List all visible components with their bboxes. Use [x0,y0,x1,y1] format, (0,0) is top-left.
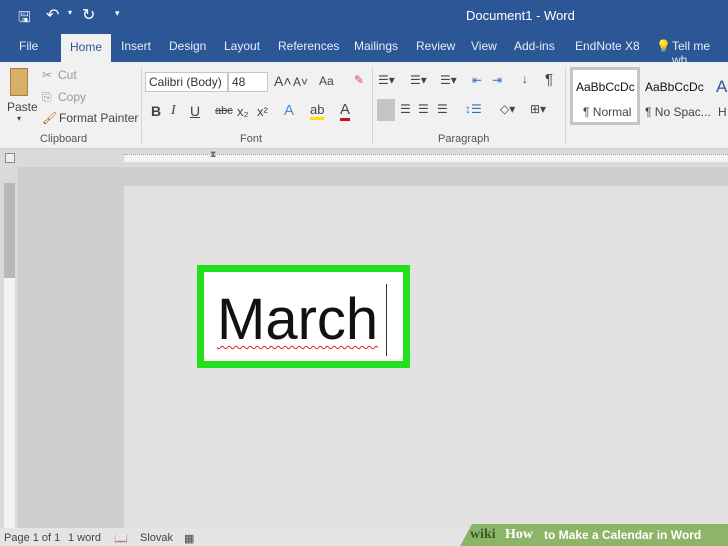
strikethrough-button[interactable]: abc [215,105,233,117]
undo-icon[interactable]: ↶ [46,5,59,25]
proofing-icon[interactable]: 📖 [114,532,128,545]
shrink-font-icon[interactable]: A˅ [293,75,308,89]
font-color-icon[interactable]: A [340,101,351,121]
tab-home[interactable]: Home [61,34,112,62]
macro-icon[interactable]: ▦ [184,532,194,545]
text-effects-icon[interactable]: A [284,102,294,119]
text-cursor [386,284,387,356]
style-name: ¶ Normal [583,105,632,119]
subscript-button[interactable]: x₂ [237,104,249,119]
copy-button[interactable]: Copy [58,90,86,104]
tab-layout[interactable]: Layout [224,39,260,53]
cut-button[interactable]: Cut [58,68,77,82]
document-text[interactable]: March [217,286,378,353]
font-size-select[interactable]: 48 [228,72,268,92]
clear-formatting-icon[interactable]: ✎ [354,73,364,87]
font-group-label: Font [240,133,263,145]
tab-insert[interactable]: Insert [121,39,151,53]
watermark-title: to Make a Calendar in Word [544,528,702,542]
align-center-icon[interactable]: ☰ [400,102,411,116]
borders-icon[interactable]: ⊞▾ [530,102,546,116]
cut-icon: ✂ [42,68,53,82]
title-bar: 🖫 ↶ ▾ ↻ ▾ Document1 - Word [0,0,728,32]
numbering-icon[interactable]: ☰▾ [410,73,427,87]
tab-file[interactable]: File [19,39,38,53]
increase-indent-icon[interactable]: ⇥ [492,73,502,87]
paste-icon[interactable] [10,68,28,96]
redo-icon[interactable]: ↻ [82,5,95,25]
tab-add-ins[interactable]: Add-ins [514,39,555,53]
word-count[interactable]: 1 word [68,532,101,544]
indent-marker-icon[interactable]: ⧗ [210,149,216,160]
decrease-indent-icon[interactable]: ⇤ [472,73,482,87]
format-painter-button[interactable]: Format Painter [59,111,138,125]
lightbulb-icon: 💡 [656,39,671,53]
sort-icon[interactable]: ↓ [522,72,528,86]
multilevel-list-icon[interactable]: ☰▾ [440,73,457,87]
tab-review[interactable]: Review [416,39,455,53]
grow-font-icon[interactable]: A˄ [274,73,292,89]
tab-references[interactable]: References [278,39,339,53]
clipboard-group-label: Clipboard [40,133,88,145]
ruler-track [4,278,15,528]
shading-icon[interactable]: ◇▾ [500,102,515,116]
customize-toolbar-icon[interactable]: ▾ [115,8,120,19]
show-formatting-button[interactable]: ¶ [545,71,553,88]
copy-icon: ⎘ [42,90,52,104]
tab-view[interactable]: View [471,39,497,53]
window-title: Document1 - Word [466,8,575,23]
style-preview: AaBbCcDc [645,80,704,94]
bullets-icon[interactable]: ☰▾ [378,73,395,87]
format-painter-icon: 🖌 [42,111,58,125]
style-name: H [718,105,727,119]
font-name-select[interactable]: Calibri (Body) [145,72,228,92]
undo-dropdown-icon[interactable]: ▾ [68,8,72,17]
style-heading[interactable]: A H [714,67,728,125]
style-preview: AaBbCcDc [576,80,635,94]
align-right-icon[interactable]: ☰ [418,102,429,116]
language-status[interactable]: Slovak [140,532,173,544]
underline-button[interactable]: U [190,103,200,119]
superscript-button[interactable]: x² [257,104,268,119]
page-count[interactable]: Page 1 of 1 [4,532,60,544]
style-no-spacing[interactable]: AaBbCcDc ¶ No Spac... [642,67,712,125]
highlighted-text-box[interactable]: March [197,265,410,368]
ruler-margin [4,183,15,278]
tab-endnote[interactable]: EndNote X8 [575,39,640,53]
watermark: wiki How to Make a Calendar in Word [460,524,728,546]
watermark-how: How [505,527,533,542]
ribbon-tabs: File Home Insert Design Layout Reference… [0,32,728,67]
italic-button[interactable]: I [171,103,176,119]
tab-mailings[interactable]: Mailings [354,39,398,53]
tab-design[interactable]: Design [169,39,206,53]
style-name: ¶ No Spac... [645,105,711,119]
horizontal-ruler[interactable]: ⧗ [0,149,728,167]
line-spacing-icon[interactable]: ↕☰ [465,102,482,116]
style-normal[interactable]: AaBbCcDc ¶ Normal [570,67,640,125]
ribbon: Paste ▾ ✂ Cut ⎘ Copy 🖌 Format Painter Cl… [0,62,728,149]
paste-button[interactable]: Paste [7,100,38,114]
paste-dropdown-icon[interactable]: ▾ [17,114,21,123]
style-preview: A [716,77,728,96]
align-left-icon[interactable] [377,99,395,121]
tab-selector[interactable] [5,153,15,163]
highlight-icon[interactable]: ab [310,102,325,120]
change-case-button[interactable]: Aa [319,74,334,88]
justify-icon[interactable]: ☰ [437,102,448,116]
bold-button[interactable]: B [151,103,161,119]
paragraph-group-label: Paragraph [438,133,490,145]
save-icon[interactable]: 🖫 [18,7,31,32]
watermark-wiki: wiki [470,527,496,542]
vertical-ruler[interactable] [0,167,18,528]
